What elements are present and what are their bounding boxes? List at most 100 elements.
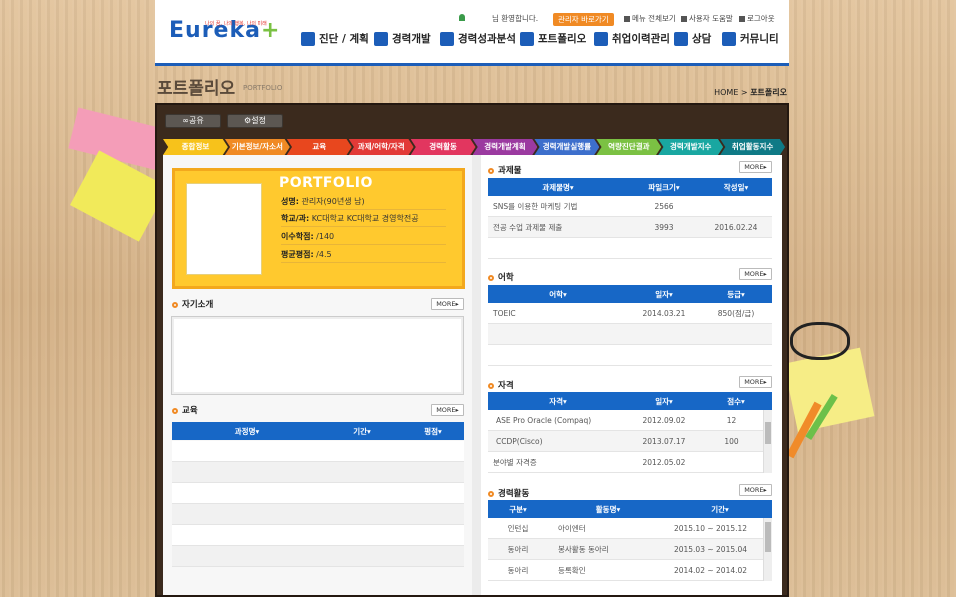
col-language[interactable]: 어학▾ — [488, 289, 628, 300]
table-row — [172, 462, 464, 483]
tab-employment-index[interactable]: 취업활동지수 — [720, 139, 786, 155]
col-course-name[interactable]: 과정명▾ — [172, 426, 322, 437]
nav-diagnosis[interactable]: 진단 / 계획 — [301, 31, 369, 46]
table-row — [172, 483, 464, 504]
col-activity-period[interactable]: 기간▾ — [668, 504, 772, 515]
site-header: Eureka+ 나의 꿈, 나의 행복, 나의 미래 님 환영합니다. 관리자 … — [155, 0, 789, 66]
col-grade[interactable]: 평점▾ — [402, 426, 464, 437]
profile-card-title: PORTFOLIO — [279, 175, 373, 191]
col-lang-date[interactable]: 일자▾ — [628, 289, 700, 300]
book-icon — [374, 31, 388, 46]
col-file-size[interactable]: 파일크기▾ — [628, 182, 700, 193]
self-intro-box — [171, 316, 464, 395]
language-table-header: 어학▾ 일자▾ 등급▾ — [488, 285, 772, 303]
logout-link[interactable]: 로그아웃 — [739, 13, 775, 24]
education-more-button[interactable]: MORE▸ — [431, 404, 464, 416]
chart-icon — [440, 31, 454, 46]
menu-icon — [624, 16, 630, 22]
profile-photo — [186, 183, 262, 275]
education-table-header: 과정명▾ 기간▾ 평점▾ — [172, 422, 464, 440]
license-more-button[interactable]: MORE▸ — [739, 376, 772, 388]
assignment-table-header: 과제물명▾ 파일크기▾ 작성일▾ — [488, 178, 772, 196]
table-row[interactable]: SNS를 이용한 마케팅 기법 2566 — [488, 196, 772, 217]
breadcrumb-home[interactable]: HOME — [714, 88, 738, 97]
table-row[interactable]: TOEIC 2014.03.21 850(점/급) — [488, 303, 772, 324]
tab-education[interactable]: 교육 — [286, 139, 352, 155]
tab-competency[interactable]: 역량진단결과 — [596, 139, 662, 155]
col-activity-name[interactable]: 활동명▾ — [548, 504, 668, 515]
table-row — [488, 345, 772, 366]
user-icon — [459, 14, 465, 21]
nav-community[interactable]: 커뮤니티 — [722, 31, 779, 46]
table-row[interactable]: 전공 수업 과제물 제출 3993 2016.02.24 — [488, 217, 772, 238]
table-row — [488, 238, 772, 259]
table-row[interactable]: 동아리 등록확인 2014.02 ~ 2014.02 — [488, 560, 763, 581]
tab-career-activity[interactable]: 경력활동 — [410, 139, 476, 155]
assignment-more-button[interactable]: MORE▸ — [739, 161, 772, 173]
assignment-heading: 과제물 — [488, 164, 521, 176]
page-titlebar: 포트폴리오 PORTFOLIO HOME > 포트폴리오 — [155, 70, 789, 100]
tab-summary[interactable]: 종합정보 — [163, 139, 228, 155]
col-assignment-name[interactable]: 과제물명▾ — [488, 182, 628, 193]
help-icon — [681, 16, 687, 22]
chat-icon — [674, 31, 688, 46]
nav-portfolio[interactable]: 포트폴리오 — [520, 31, 586, 46]
portfolio-content: PORTFOLIO 성명: 관리자(90년생 남) 학교/과: KC대학교 KC… — [163, 155, 782, 595]
tab-career-index[interactable]: 경력개발지수 — [658, 139, 724, 155]
logo-slogan: 나의 꿈, 나의 행복, 나의 미래 — [205, 21, 267, 27]
table-row — [172, 441, 464, 462]
right-column: 과제물 MORE▸ 과제물명▾ 파일크기▾ 작성일▾ SNS를 이용한 마케팅 … — [481, 155, 781, 595]
settings-button[interactable]: ⚙설정 — [227, 114, 283, 128]
tab-assignment[interactable]: 과제/어학/자격 — [348, 139, 414, 155]
tab-career-rate[interactable]: 경력개발실행률 — [534, 139, 600, 155]
col-license-score[interactable]: 점수▾ — [700, 396, 772, 407]
tab-basic-info[interactable]: 기본정보/자소서 — [224, 139, 290, 155]
table-row — [172, 525, 464, 546]
activity-more-button[interactable]: MORE▸ — [739, 484, 772, 496]
glasses-decoration — [790, 322, 850, 360]
people-icon — [594, 31, 608, 46]
portfolio-frame: ∞공유 ⚙설정 종합정보 기본정보/자소서 교육 과제/어학/자격 경력활동 경… — [155, 103, 789, 597]
table-row[interactable]: CCDP(Cisco) 2013.07.17 100 — [488, 431, 763, 452]
table-row[interactable]: 분야별 자격증 2012.05.02 — [488, 452, 763, 473]
left-column: PORTFOLIO 성명: 관리자(90년생 남) 학교/과: KC대학교 KC… — [163, 155, 472, 595]
nav-career-dev[interactable]: 경력개발 — [374, 31, 431, 46]
menu-all-link[interactable]: 메뉴 전체보기 — [624, 13, 676, 24]
nav-career-analysis[interactable]: 경력성과분석 — [440, 31, 516, 46]
table-row — [172, 504, 464, 525]
table-row — [172, 546, 464, 567]
page-subtitle: PORTFOLIO — [243, 84, 283, 92]
col-license[interactable]: 자격▾ — [488, 396, 628, 407]
license-table-header: 자격▾ 일자▾ 점수▾ — [488, 392, 772, 410]
breadcrumb-current: 포트폴리오 — [750, 88, 787, 97]
profile-school: 학교/과: KC대학교 KC대학교 경영학전공 — [281, 213, 446, 227]
license-scrollbar[interactable] — [763, 410, 772, 473]
language-more-button[interactable]: MORE▸ — [739, 268, 772, 280]
admin-shortcut-button[interactable]: 관리자 바로가기 — [553, 13, 614, 26]
col-created[interactable]: 작성일▾ — [700, 182, 772, 193]
community-icon — [722, 31, 736, 46]
logout-icon — [739, 16, 745, 22]
license-heading: 자격 — [488, 379, 514, 391]
tab-career-plan[interactable]: 경력개발계획 — [472, 139, 538, 155]
col-license-date[interactable]: 일자▾ — [628, 396, 700, 407]
table-row[interactable]: 인턴십 아이엔터 2015.10 ~ 2015.12 — [488, 518, 763, 539]
page-title: 포트폴리오 — [157, 79, 236, 99]
bar-chart-icon — [520, 31, 534, 46]
welcome-text: 님 환영합니다. — [492, 14, 539, 23]
nav-counsel[interactable]: 상담 — [674, 31, 711, 46]
table-row[interactable]: ASE Pro Oracle (Compaq) 2012.09.02 12 — [488, 410, 763, 431]
nav-employment[interactable]: 취업이력관리 — [594, 31, 670, 46]
activity-heading: 경력활동 — [488, 487, 529, 499]
col-lang-level[interactable]: 등급▾ — [700, 289, 772, 300]
activity-scrollbar[interactable] — [763, 518, 772, 581]
profile-name: 성명: 관리자(90년생 남) — [281, 196, 446, 210]
help-link[interactable]: 사용자 도움말 — [681, 13, 733, 24]
table-row[interactable]: 동아리 봉사활동 동아리 2015.03 ~ 2015.04 — [488, 539, 763, 560]
col-category[interactable]: 구분▾ — [488, 504, 548, 515]
share-button[interactable]: ∞공유 — [165, 114, 221, 128]
col-period[interactable]: 기간▾ — [322, 426, 402, 437]
portfolio-tabs: 종합정보 기본정보/자소서 교육 과제/어학/자격 경력활동 경력개발계획 경력… — [163, 139, 786, 155]
self-intro-more-button[interactable]: MORE▸ — [431, 298, 464, 310]
profile-credits: 이수학점: /140 — [281, 231, 446, 245]
